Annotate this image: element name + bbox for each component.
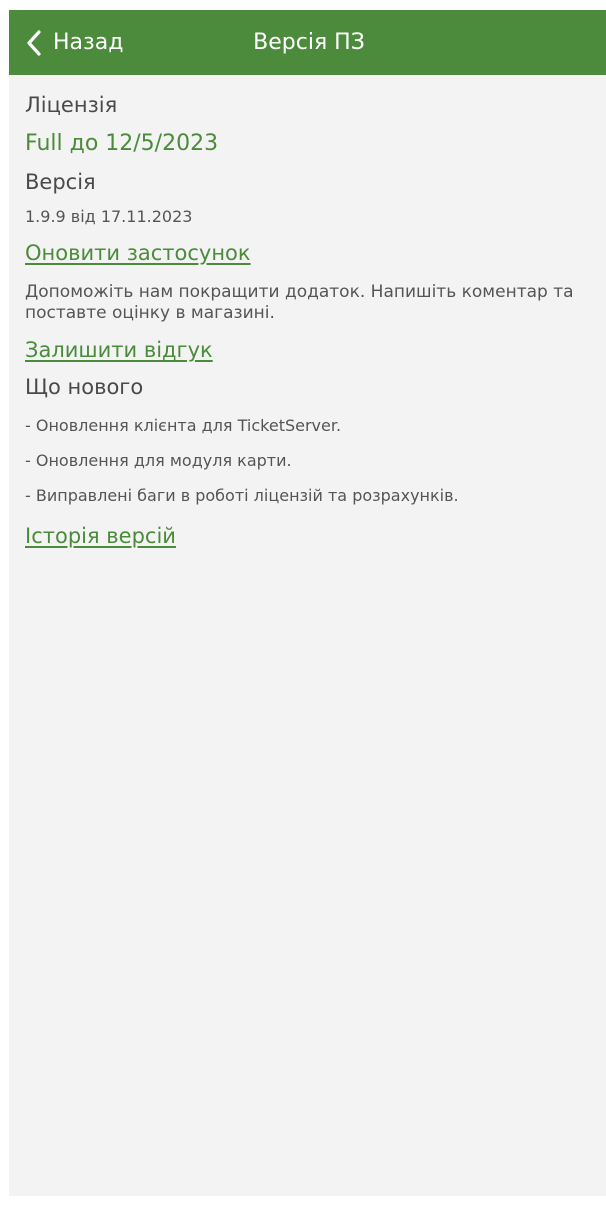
chevron-left-icon bbox=[27, 29, 53, 56]
back-label: Назад bbox=[53, 29, 124, 55]
license-label: Ліцензія bbox=[25, 93, 118, 117]
update-app-link[interactable]: Оновити застосунок bbox=[25, 241, 596, 265]
app-screen: Назад Версія ПЗ Ліцензія Full до 12/5/20… bbox=[9, 10, 606, 1196]
whats-new-item: - Оновлення клієнта для TicketServer. bbox=[25, 416, 342, 435]
page-title: Версія ПЗ bbox=[253, 30, 365, 55]
feedback-prompt: Допоможіть нам покращити додаток. Напиші… bbox=[25, 282, 574, 323]
version-history-link[interactable]: Історія версій bbox=[25, 524, 596, 548]
whats-new-item: - Оновлення для модуля карти. bbox=[25, 451, 292, 470]
nav-bar: Назад Версія ПЗ bbox=[9, 10, 606, 75]
whats-new-title: Що нового bbox=[25, 375, 144, 399]
version-value: 1.9.9 від 17.11.2023 bbox=[25, 207, 193, 226]
back-button[interactable]: Назад bbox=[27, 10, 123, 75]
leave-feedback-link[interactable]: Залишити відгук bbox=[25, 338, 596, 362]
whats-new-item: - Виправлені баги в роботі ліцензій та р… bbox=[25, 486, 459, 505]
license-value: Full до 12/5/2023 bbox=[25, 131, 219, 156]
version-label: Версія bbox=[25, 170, 96, 194]
